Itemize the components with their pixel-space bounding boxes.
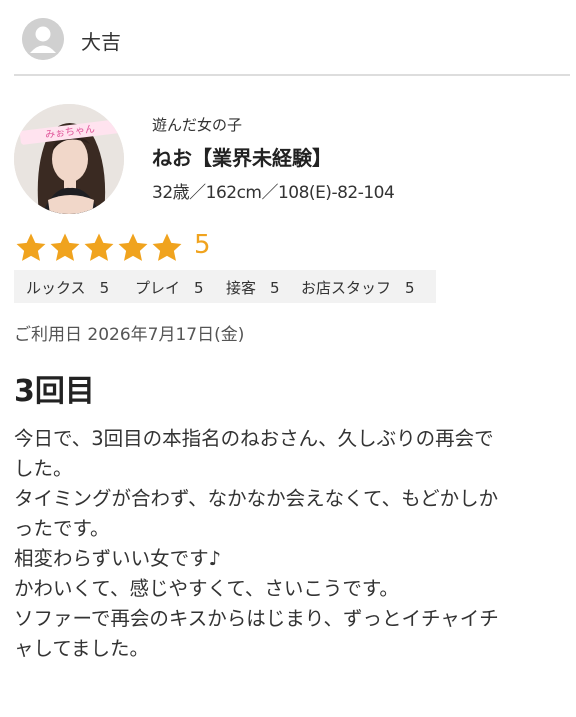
score-value: 5 (270, 279, 280, 297)
review-line: 相変わらずいい女です♪ (14, 547, 222, 570)
header-divider (14, 74, 570, 76)
score-value: 5 (99, 279, 110, 297)
girl-photo[interactable]: みぉちゃん (14, 104, 124, 214)
review-line: 今日で、3回目の本指名のねおさん、久しぶりの再会で (14, 427, 494, 450)
score-label: ルックス (26, 279, 86, 297)
star-icon (16, 233, 46, 261)
score-play: プレイ 5 (135, 277, 204, 298)
review-title: 3回目 (14, 374, 95, 409)
score-service: 接客 5 (226, 277, 280, 298)
girl-name[interactable]: ねお【業界未経験】 (152, 142, 332, 171)
star-icon (152, 233, 182, 261)
category-scores: ルックス 5 プレイ 5 接客 5 お店スタッフ 5 (14, 270, 436, 303)
review-line: ャしてました。 (14, 637, 149, 660)
score-value: 5 (405, 279, 415, 297)
user-avatar-icon[interactable] (22, 18, 64, 60)
score-label: プレイ (135, 279, 181, 297)
score-staff: お店スタッフ 5 (301, 277, 415, 298)
reviewer-name[interactable]: 大吉 (81, 26, 121, 55)
visit-date: ご利用日 2026年7月17日(金) (14, 325, 245, 345)
score-label: 接客 (226, 279, 257, 297)
review-body: 今日で、3回目の本指名のねおさん、久しぶりの再会で した。 タイミングが合わず、… (14, 424, 566, 664)
star-icon (118, 233, 148, 261)
score-label: お店スタッフ (301, 279, 392, 297)
review-line: ったです。 (14, 517, 110, 540)
reviewer-header: 大吉 (0, 0, 576, 76)
review-line: タイミングが合わず、なかなか会えなくて、もどかしか (14, 487, 499, 510)
score-looks: ルックス 5 (26, 277, 109, 298)
review-line: ソファーで再会のキスからはじまり、ずっとイチャイチ (14, 607, 499, 630)
star-icon (84, 233, 114, 261)
overall-score: 5 (194, 230, 211, 260)
score-value: 5 (194, 279, 204, 297)
girl-stats: 32歳／162cm／108(E)-82-104 (152, 183, 395, 203)
review-line: した。 (14, 457, 73, 480)
star-icon (50, 233, 80, 261)
girl-caption: 遊んだ女の子 (152, 116, 243, 134)
review-line: かわいくて、感じやすくて、さいこうです。 (14, 577, 399, 600)
